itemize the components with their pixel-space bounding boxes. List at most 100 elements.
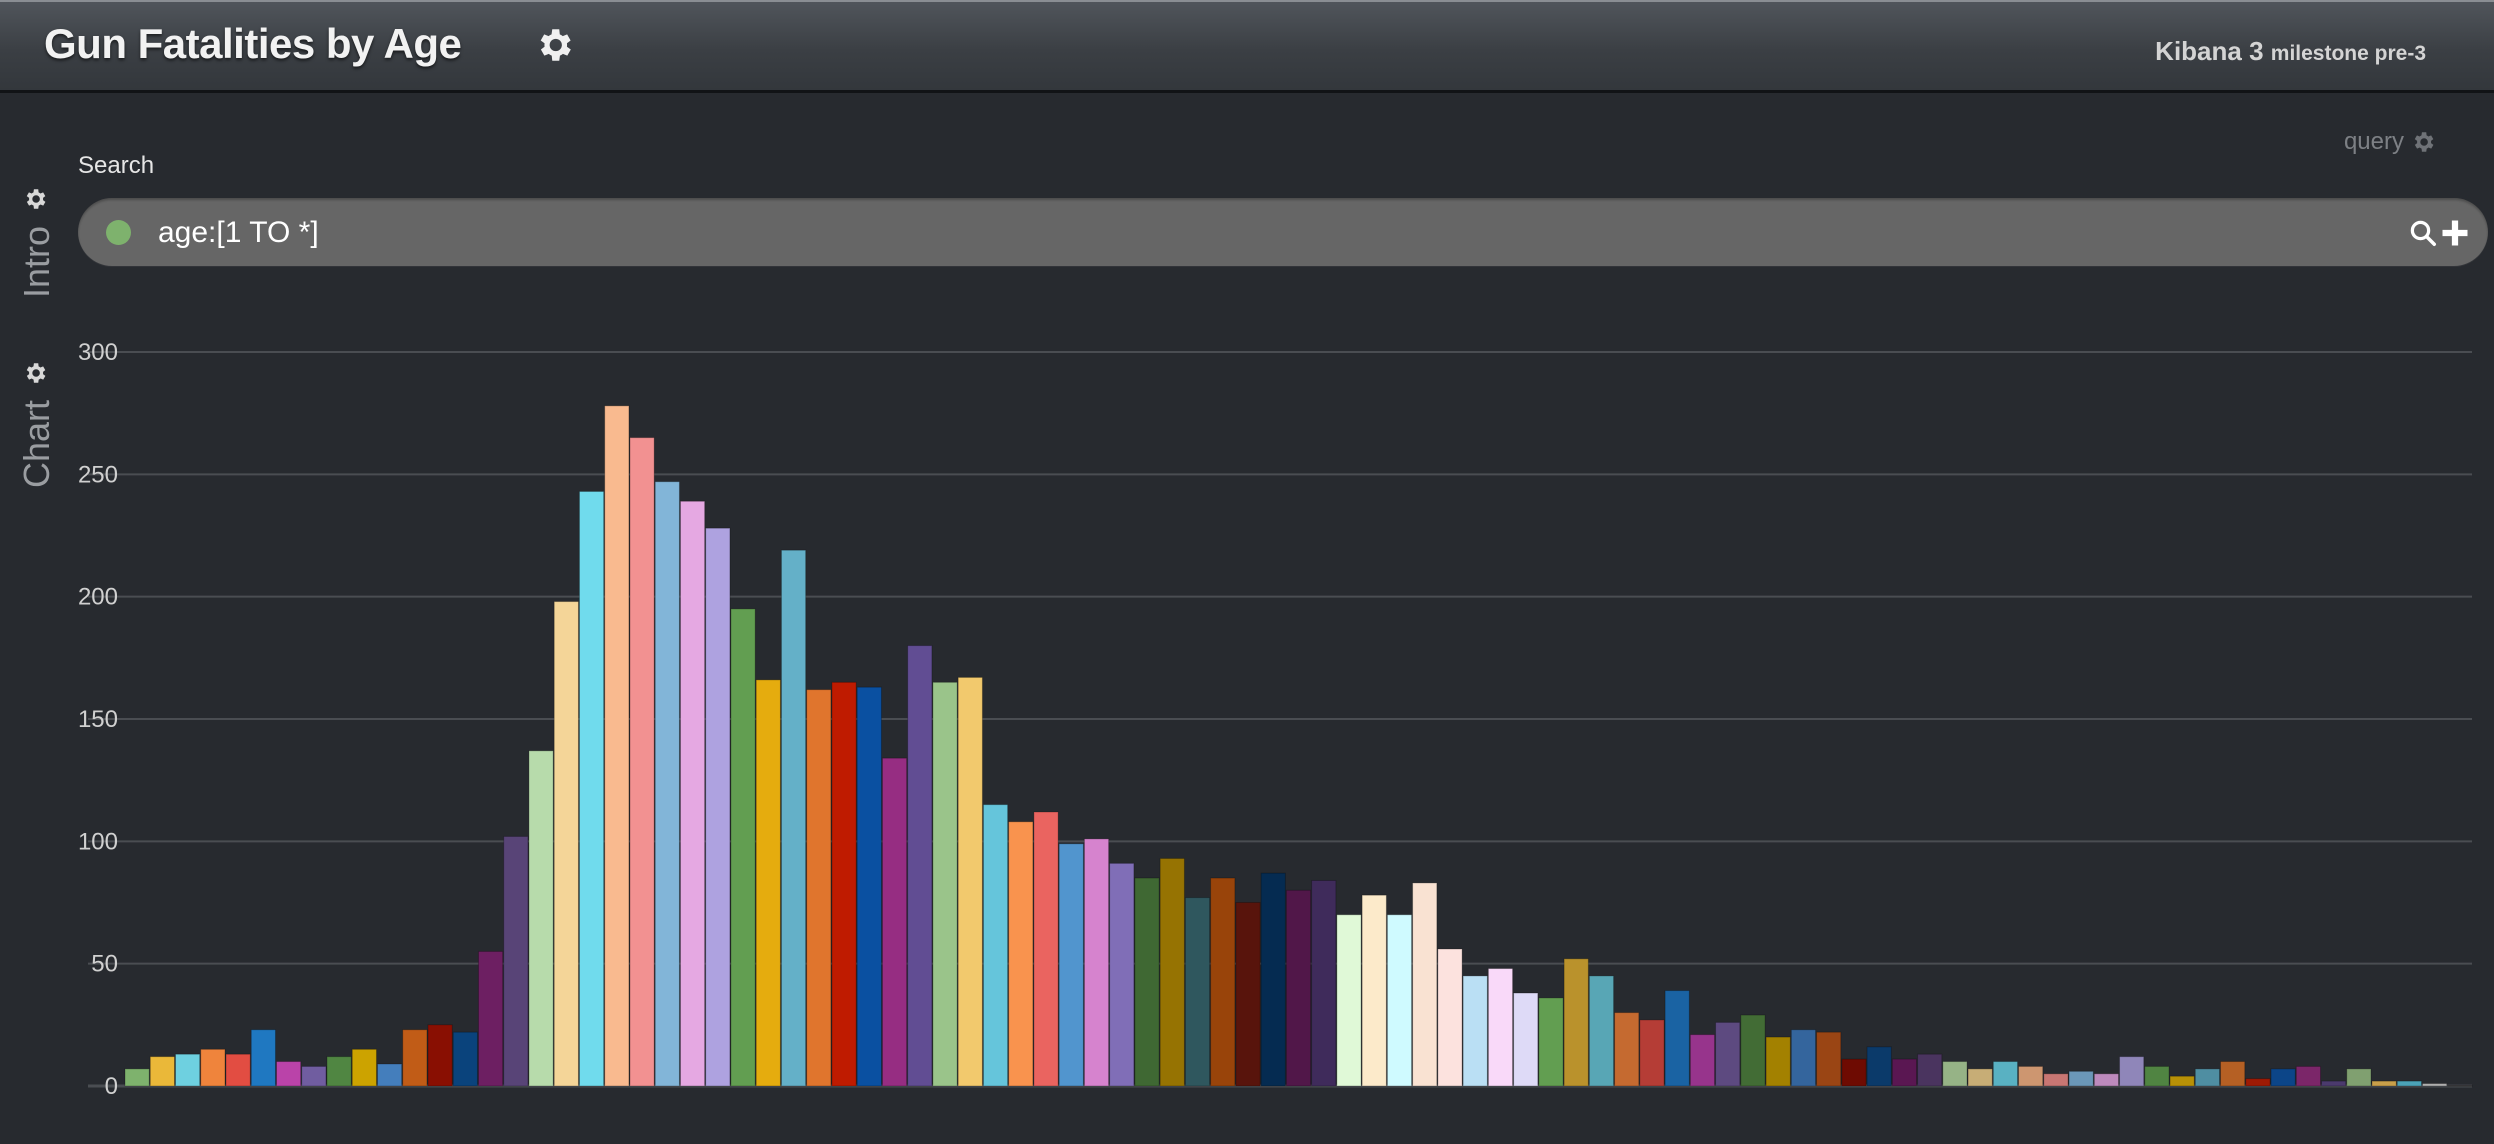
bar-age-10[interactable] bbox=[351, 1048, 377, 1087]
bar-age-16[interactable] bbox=[503, 835, 529, 1087]
bar-age-67[interactable] bbox=[1790, 1029, 1817, 1087]
bar-age-86[interactable] bbox=[2270, 1068, 2296, 1087]
bar-age-26[interactable] bbox=[755, 679, 781, 1087]
bar-age-44[interactable] bbox=[1210, 877, 1236, 1087]
row-label-intro[interactable]: Intro bbox=[16, 226, 58, 298]
bar-age-78[interactable] bbox=[2068, 1070, 2094, 1087]
bar-age-81[interactable] bbox=[2144, 1065, 2170, 1087]
bar-age-92[interactable] bbox=[2422, 1083, 2448, 1087]
bar-age-40[interactable] bbox=[1109, 862, 1135, 1087]
bar-age-47[interactable] bbox=[1285, 889, 1312, 1087]
bar-age-29[interactable] bbox=[831, 681, 857, 1087]
search-icon[interactable] bbox=[2408, 218, 2438, 248]
bar-age-18[interactable] bbox=[553, 601, 579, 1087]
bar-age-60[interactable] bbox=[1614, 1012, 1640, 1087]
bar-age-20[interactable] bbox=[604, 405, 630, 1087]
bar-age-62[interactable] bbox=[1664, 990, 1690, 1087]
bar-age-33[interactable] bbox=[932, 681, 958, 1087]
query-input[interactable] bbox=[156, 210, 2360, 256]
bar-age-35[interactable] bbox=[982, 804, 1009, 1087]
bar-age-84[interactable] bbox=[2220, 1061, 2246, 1087]
bar-age-13[interactable] bbox=[427, 1024, 453, 1087]
bar-age-4[interactable] bbox=[200, 1048, 226, 1087]
bar-age-3[interactable] bbox=[174, 1053, 201, 1087]
bar-age-93[interactable] bbox=[2447, 1084, 2473, 1087]
bar-age-19[interactable] bbox=[578, 490, 605, 1087]
bar-age-12[interactable] bbox=[402, 1029, 428, 1087]
bar-age-27[interactable] bbox=[780, 549, 807, 1087]
bar-age-21[interactable] bbox=[629, 437, 655, 1087]
bar-age-63[interactable] bbox=[1689, 1034, 1716, 1087]
bar-age-8[interactable] bbox=[301, 1065, 327, 1087]
bar-age-11[interactable] bbox=[376, 1063, 403, 1087]
bar-age-83[interactable] bbox=[2194, 1068, 2221, 1087]
bar-age-73[interactable] bbox=[1942, 1061, 1968, 1087]
bar-age-75[interactable] bbox=[1992, 1061, 2019, 1087]
bar-age-32[interactable] bbox=[907, 645, 933, 1087]
bar-age-49[interactable] bbox=[1336, 914, 1362, 1087]
gear-icon[interactable] bbox=[533, 24, 575, 66]
bar-age-37[interactable] bbox=[1033, 811, 1059, 1087]
bar-age-58[interactable] bbox=[1563, 958, 1589, 1087]
bar-age-17[interactable] bbox=[528, 750, 554, 1087]
bar-age-25[interactable] bbox=[730, 608, 756, 1087]
bar-age-80[interactable] bbox=[2119, 1056, 2145, 1087]
bar-age-1[interactable] bbox=[124, 1068, 150, 1087]
gear-icon[interactable] bbox=[22, 186, 48, 212]
bar-age-68[interactable] bbox=[1816, 1031, 1842, 1087]
bar-age-74[interactable] bbox=[1967, 1068, 1993, 1087]
plus-icon[interactable] bbox=[2440, 218, 2470, 248]
bar-age-14[interactable] bbox=[452, 1031, 478, 1087]
bar-age-50[interactable] bbox=[1361, 894, 1387, 1087]
bar-age-51[interactable] bbox=[1386, 914, 1413, 1087]
bar-age-56[interactable] bbox=[1513, 992, 1539, 1087]
bar-age-88[interactable] bbox=[2321, 1080, 2347, 1087]
bar-age-23[interactable] bbox=[679, 500, 706, 1087]
bar-age-39[interactable] bbox=[1083, 838, 1110, 1087]
bar-age-70[interactable] bbox=[1866, 1046, 1892, 1087]
bar-age-72[interactable] bbox=[1917, 1053, 1943, 1087]
bar-age-9[interactable] bbox=[326, 1056, 352, 1087]
bar-age-57[interactable] bbox=[1538, 997, 1564, 1087]
bar-age-82[interactable] bbox=[2169, 1075, 2195, 1087]
bar-age-79[interactable] bbox=[2093, 1073, 2120, 1087]
bar-age-41[interactable] bbox=[1134, 877, 1160, 1087]
bar-age-45[interactable] bbox=[1235, 902, 1261, 1087]
bar-age-66[interactable] bbox=[1765, 1036, 1791, 1087]
bar-age-34[interactable] bbox=[957, 676, 983, 1087]
bar-age-76[interactable] bbox=[2018, 1065, 2044, 1087]
bar-age-55[interactable] bbox=[1487, 968, 1514, 1087]
bar-age-65[interactable] bbox=[1740, 1014, 1766, 1087]
bar-age-48[interactable] bbox=[1311, 879, 1337, 1087]
bar-age-59[interactable] bbox=[1588, 975, 1615, 1087]
bar-age-43[interactable] bbox=[1184, 897, 1211, 1087]
bar-age-5[interactable] bbox=[225, 1053, 251, 1087]
bar-age-85[interactable] bbox=[2245, 1078, 2271, 1087]
bar-age-87[interactable] bbox=[2295, 1065, 2322, 1087]
bar-age-30[interactable] bbox=[856, 686, 882, 1087]
query-settings-link[interactable]: query bbox=[2344, 128, 2436, 156]
bar-age-90[interactable] bbox=[2371, 1080, 2397, 1087]
bar-age-22[interactable] bbox=[654, 481, 680, 1087]
bar-age-71[interactable] bbox=[1891, 1058, 1918, 1087]
bar-age-91[interactable] bbox=[2396, 1080, 2423, 1087]
bar-age-53[interactable] bbox=[1437, 948, 1463, 1087]
bar-age-54[interactable] bbox=[1462, 975, 1488, 1087]
bar-age-6[interactable] bbox=[250, 1029, 276, 1087]
bar-age-31[interactable] bbox=[881, 757, 908, 1087]
bar-age-52[interactable] bbox=[1412, 882, 1438, 1087]
bar-age-24[interactable] bbox=[705, 527, 731, 1087]
bar-age-38[interactable] bbox=[1058, 843, 1084, 1087]
bar-age-89[interactable] bbox=[2346, 1068, 2372, 1087]
query-color-dot[interactable] bbox=[106, 220, 131, 245]
bar-age-2[interactable] bbox=[149, 1056, 175, 1087]
bar-age-46[interactable] bbox=[1260, 872, 1286, 1087]
bar-age-69[interactable] bbox=[1841, 1058, 1867, 1087]
bar-age-28[interactable] bbox=[806, 689, 832, 1087]
bar-age-42[interactable] bbox=[1159, 857, 1185, 1087]
bar-age-61[interactable] bbox=[1639, 1019, 1665, 1087]
bar-age-77[interactable] bbox=[2043, 1073, 2069, 1087]
bar-age-15[interactable] bbox=[477, 950, 504, 1087]
bar-age-64[interactable] bbox=[1715, 1021, 1741, 1087]
bar-age-36[interactable] bbox=[1008, 821, 1034, 1087]
